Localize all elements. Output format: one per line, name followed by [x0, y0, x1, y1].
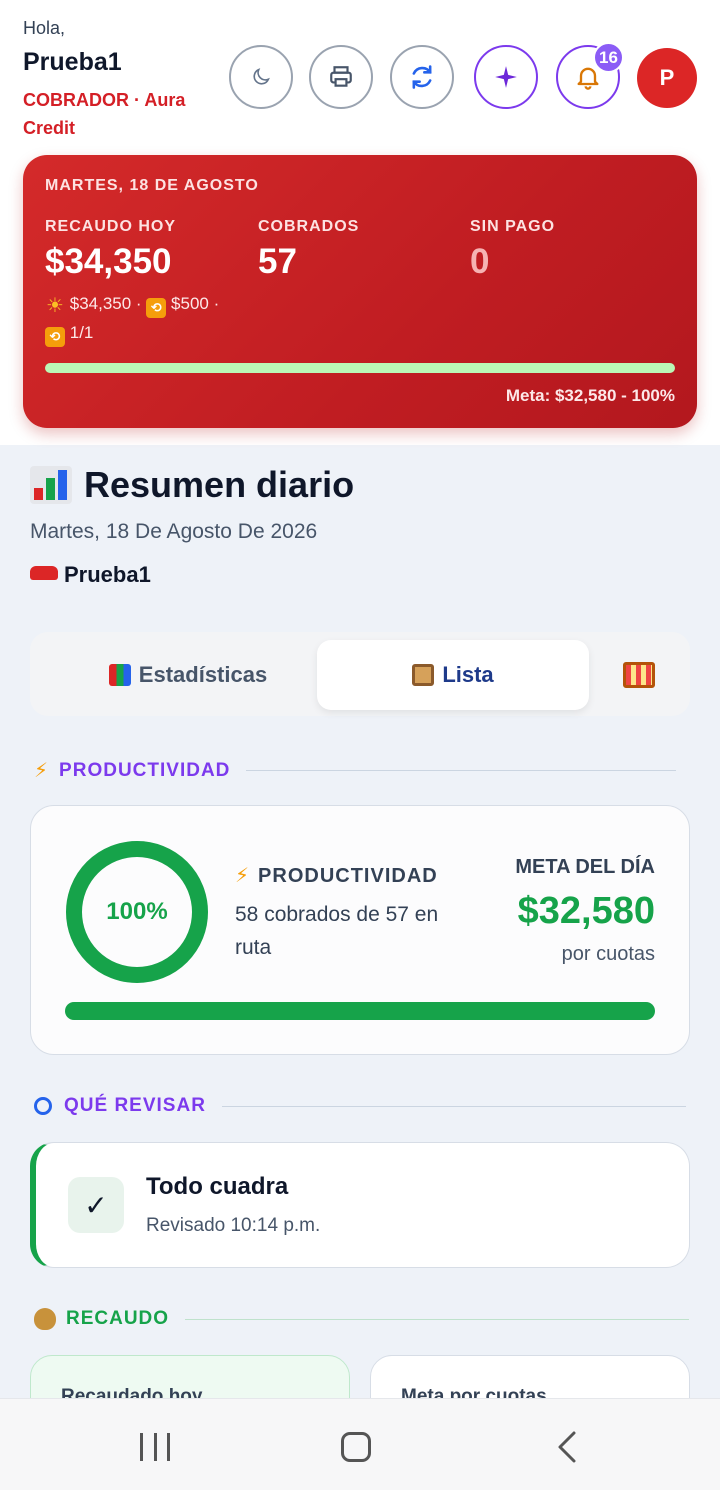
greeting: Hola, — [23, 18, 66, 38]
bar-chart-icon — [108, 664, 131, 686]
view-tabs: Estadísticas Lista — [30, 632, 690, 716]
role-label: COBRADOR · Aura Credit — [23, 90, 186, 138]
route-name: Prueba1 — [64, 562, 151, 587]
productividad-section-header: ⚡ PRODUCTIVIDAD — [34, 758, 677, 783]
recaudo-section-title: RECAUDO — [66, 1308, 170, 1329]
moon-icon — [253, 68, 270, 85]
print-button[interactable] — [309, 45, 373, 109]
page-date: Martes, 18 De Agosto De 2026 — [30, 520, 318, 543]
recent-apps-button[interactable] — [140, 1433, 170, 1461]
revisar-subtitle: Revisado 10:14 p.m. — [146, 1215, 321, 1236]
refresh-icon — [412, 65, 432, 89]
repeat-icon: ⟲ — [146, 298, 167, 318]
car-icon — [30, 566, 58, 580]
tab-estadisticas-label: Estadísticas — [138, 662, 268, 687]
repeat-icon: ⟲ — [45, 327, 65, 347]
system-nav-bar — [0, 1398, 720, 1490]
productividad-card: 100% ⚡ PRODUCTIVIDAD 58 cobrados de 57 en… — [30, 805, 690, 1055]
productividad-section-title: PRODUCTIVIDAD — [59, 759, 231, 781]
meta-del-dia-label: META DEL DÍA — [515, 856, 655, 878]
recaudo-section-header: RECAUDO — [34, 1308, 690, 1330]
sinpago-value: 0 — [470, 242, 490, 281]
productividad-description: 58 cobrados de 57 en ruta — [235, 903, 439, 959]
abacus-icon — [623, 662, 655, 688]
meta-del-dia-value: $32,580 — [517, 890, 655, 932]
revisar-section-header: QUÉ REVISAR — [34, 1095, 686, 1117]
meta-del-dia-sub: por cuotas — [561, 943, 655, 965]
ai-assistant-button[interactable] — [474, 45, 538, 109]
cobrados-value: 57 — [258, 242, 297, 281]
recaudo-stat: RECAUDO HOY $34,350 — [45, 218, 176, 282]
recaudo-value: $34,350 — [45, 242, 172, 281]
money-bag-icon — [34, 1308, 56, 1330]
username: Prueba1 — [23, 48, 122, 76]
tab-abacus[interactable] — [604, 640, 682, 710]
meta-progress-text: Meta: $32,580 - 100% — [505, 386, 675, 405]
cobrados-stat: COBRADOS 57 — [258, 218, 359, 282]
meta-progress-bar — [45, 363, 675, 373]
app-header: Hola, Prueba1 COBRADOR · Aura Credit 16 … — [0, 0, 720, 445]
productividad-label: ⚡ PRODUCTIVIDAD — [235, 865, 438, 887]
productivity-progress-bar — [65, 1002, 655, 1020]
checkmark-icon: ✓ — [68, 1177, 124, 1233]
lightning-icon: ⚡ — [34, 760, 50, 782]
revisar-card[interactable]: ✓ Todo cuadra Revisado 10:14 p.m. — [30, 1142, 690, 1268]
back-button[interactable] — [550, 1429, 586, 1465]
page-title: Resumen diario — [30, 464, 354, 506]
dark-mode-button[interactable] — [229, 45, 293, 109]
tab-lista-label: Lista — [442, 662, 494, 687]
cobrados-label: COBRADOS — [258, 218, 360, 235]
avatar[interactable]: P — [637, 48, 697, 108]
sun-icon: ☀ — [46, 295, 64, 317]
revisar-section-title: QUÉ REVISAR — [64, 1095, 206, 1116]
breakdown-day: $34,350 — [69, 294, 132, 313]
page-title-text: Resumen diario — [84, 464, 355, 505]
section-divider — [221, 1105, 686, 1107]
tab-estadisticas[interactable]: Estadísticas — [38, 640, 338, 710]
magnifier-icon — [34, 1097, 52, 1115]
daily-summary-card: MARTES, 18 DE AGOSTO RECAUDO HOY $34,350… — [23, 155, 697, 428]
home-button[interactable] — [341, 1432, 371, 1462]
section-divider — [246, 770, 677, 771]
bar-chart-icon — [30, 466, 72, 504]
printer-icon — [330, 66, 352, 87]
sinpago-label: SIN PAGO — [470, 218, 556, 235]
productivity-percent: 100% — [106, 898, 168, 925]
notifications-badge: 16 — [593, 42, 624, 73]
sparkle-icon — [495, 66, 517, 88]
revisar-title: Todo cuadra — [146, 1173, 289, 1200]
breakdown-renewal: $500 — [171, 294, 209, 313]
lightning-icon: ⚡ — [235, 865, 251, 887]
refresh-button[interactable] — [390, 45, 454, 109]
recaudo-label: RECAUDO HOY — [45, 218, 177, 235]
section-divider — [185, 1318, 690, 1320]
breakdown-count: 1/1 — [69, 323, 94, 342]
route-label: Prueba1 — [30, 562, 151, 588]
summary-date: MARTES, 18 DE AGOSTO — [45, 177, 259, 194]
recaudo-breakdown: ☀ $34,350 · ⟲ $500 · ⟲ 1/1 — [45, 289, 265, 347]
tab-lista[interactable]: Lista — [317, 640, 589, 710]
clipboard-icon — [412, 664, 435, 686]
sinpago-stat: SIN PAGO 0 — [470, 218, 555, 282]
